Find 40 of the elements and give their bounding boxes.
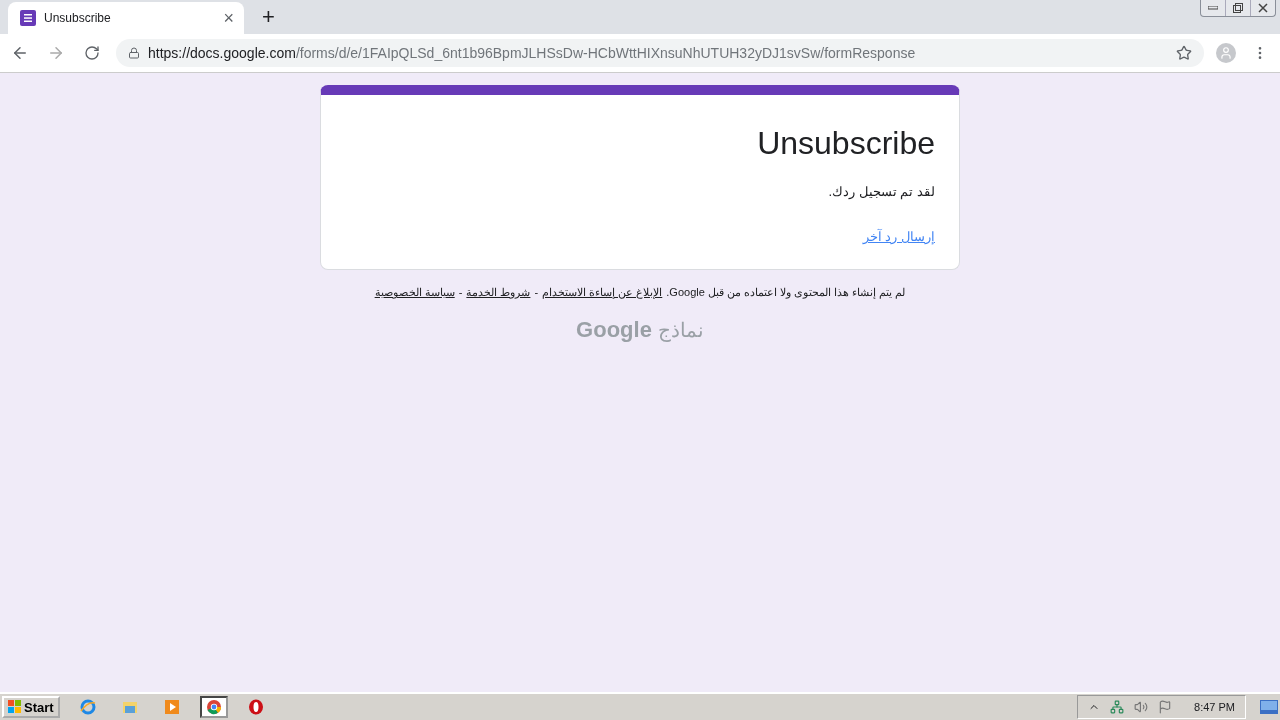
volume-icon[interactable]: [1134, 700, 1149, 714]
product-name: نماذج: [657, 318, 704, 342]
play-icon: [163, 699, 180, 715]
browser-icon: [79, 699, 96, 715]
start-button[interactable]: Start: [2, 696, 60, 718]
new-tab-button[interactable]: +: [262, 4, 275, 30]
minimize-icon: [1208, 6, 1218, 10]
brand-logo: Google: [576, 317, 652, 343]
footer-link[interactable]: الإبلاغ عن إساءة الاستخدام: [542, 286, 663, 299]
form-icon: [20, 10, 36, 26]
disclaimer-text: لم يتم إنشاء هذا المحتوى ولا اعتماده من قبل Google.: [666, 286, 906, 299]
footer-link[interactable]: سياسة الخصوصية: [374, 286, 455, 299]
tab-title: Unsubscribe: [44, 11, 112, 25]
submit-another-link[interactable]: إرسال رد آخر: [862, 229, 935, 244]
browser-tab[interactable]: Unsubscribe ×: [8, 2, 244, 34]
show-desktop-icon[interactable]: [1260, 700, 1278, 714]
address-bar[interactable]: https://docs.google.com/forms/d/e/1FAIpQLSd_6nt1b96BpmJLHSsDw-HCbWttHIXnsuNhUTUH32yDJ1svSw/formResponse: [116, 39, 1204, 67]
close-tab-button[interactable]: ×: [223, 7, 234, 29]
taskbar-app-button[interactable]: [199, 696, 228, 718]
form-title: Unsubscribe: [756, 125, 935, 162]
forward-arrow-icon: [47, 44, 65, 62]
clock-text[interactable]: 8:47 PM: [1194, 701, 1235, 713]
network-icon[interactable]: [1110, 700, 1125, 714]
separator: -: [534, 286, 539, 298]
windows-logo-icon: [8, 700, 22, 714]
footer-link[interactable]: شروط الخدمة: [466, 286, 531, 299]
opera-icon: [247, 699, 264, 715]
person-icon: [1219, 46, 1233, 60]
bookmark-star-icon[interactable]: [1176, 45, 1192, 61]
lock-icon: [128, 47, 140, 59]
url-text: https://docs.google.com/forms/d/e/1FAIpQLSd_6nt1b96BpmJLHSsDw-HCbWttHIXnsuNhUTUH32yDJ1svSw/formResponse: [148, 45, 916, 61]
confirmation-message: لقد تم تسجيل ردك.: [827, 184, 935, 199]
reload-icon: [84, 45, 100, 61]
separator: -: [458, 286, 463, 298]
chrome-icon: [205, 699, 222, 715]
flag-icon[interactable]: [1158, 700, 1173, 714]
profile-avatar[interactable]: [1216, 43, 1236, 63]
folder-icon: [121, 699, 138, 715]
restore-icon: [1233, 3, 1243, 13]
close-icon: [1258, 3, 1268, 13]
